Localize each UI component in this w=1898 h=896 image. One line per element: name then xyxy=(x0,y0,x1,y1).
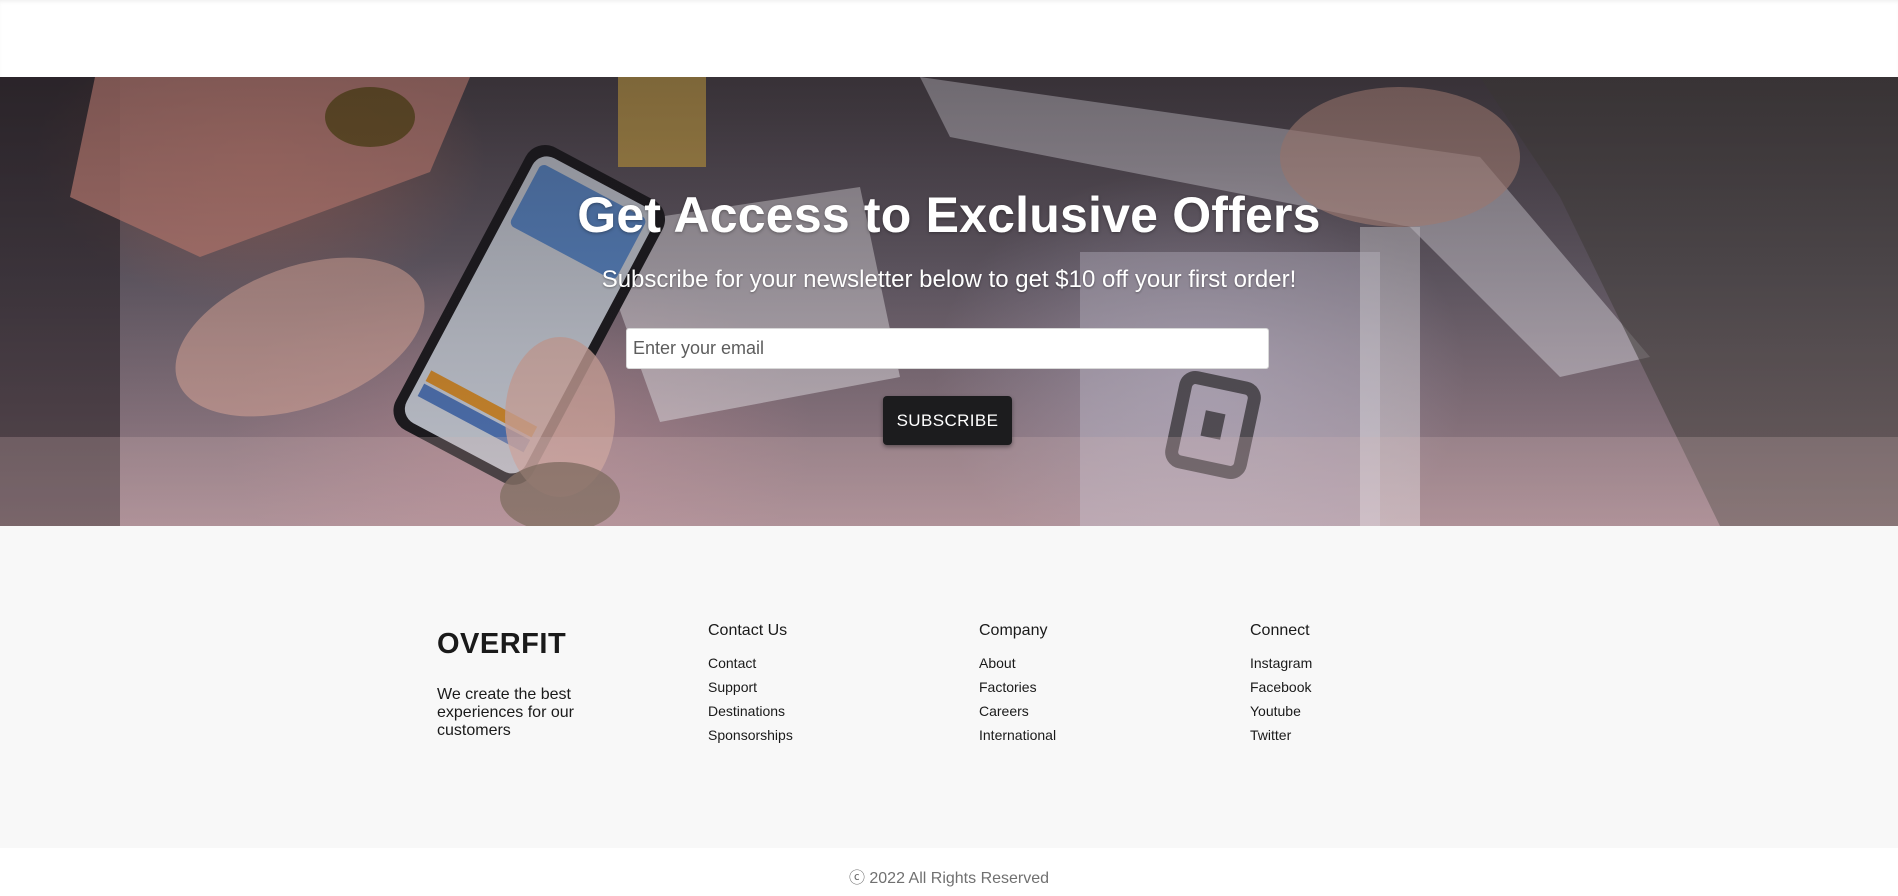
footer-column-company: Company About Factories Careers Internat… xyxy=(979,621,1209,747)
footer-link-facebook[interactable]: Facebook xyxy=(1250,675,1480,699)
copyright-notice: ⓒ 2022 All Rights Reserved xyxy=(848,870,1050,887)
footer-link-international[interactable]: International xyxy=(979,723,1209,747)
footer-link-sponsorships[interactable]: Sponsorships xyxy=(708,723,938,747)
footer-link-youtube[interactable]: Youtube xyxy=(1250,699,1480,723)
subscribe-button[interactable]: SUBSCRIBE xyxy=(883,396,1012,445)
footer-link-factories[interactable]: Factories xyxy=(979,675,1209,699)
footer-link-destinations[interactable]: Destinations xyxy=(708,699,938,723)
hero-overlay xyxy=(0,77,1898,526)
hero-title: Get Access to Exclusive Offers xyxy=(577,187,1321,243)
footer-link-twitter[interactable]: Twitter xyxy=(1250,723,1480,747)
top-navbar xyxy=(0,0,1898,77)
footer-link-contact[interactable]: Contact xyxy=(708,651,938,675)
email-input[interactable] xyxy=(626,328,1269,369)
hero-subtitle: Subscribe for your newsletter below to g… xyxy=(601,266,1297,293)
footer-link-about[interactable]: About xyxy=(979,651,1209,675)
footer-link-support[interactable]: Support xyxy=(708,675,938,699)
footer-link-instagram[interactable]: Instagram xyxy=(1250,651,1480,675)
site-footer: OVERFIT We create the best experiences f… xyxy=(0,526,1898,848)
footer-column-title: Contact Us xyxy=(708,622,788,639)
footer-column-title: Company xyxy=(979,622,1048,639)
newsletter-hero: Get Access to Exclusive Offers Subscribe… xyxy=(0,77,1898,526)
footer-tagline: We create the best experiences for our c… xyxy=(437,686,574,739)
footer-column-title: Connect xyxy=(1250,622,1310,639)
footer-column-contact-us: Contact Us Contact Support Destinations … xyxy=(708,621,938,747)
footer-brand-logo: OVERFIT xyxy=(437,628,567,660)
footer-column-connect: Connect Instagram Facebook Youtube Twitt… xyxy=(1250,621,1480,747)
footer-link-careers[interactable]: Careers xyxy=(979,699,1209,723)
